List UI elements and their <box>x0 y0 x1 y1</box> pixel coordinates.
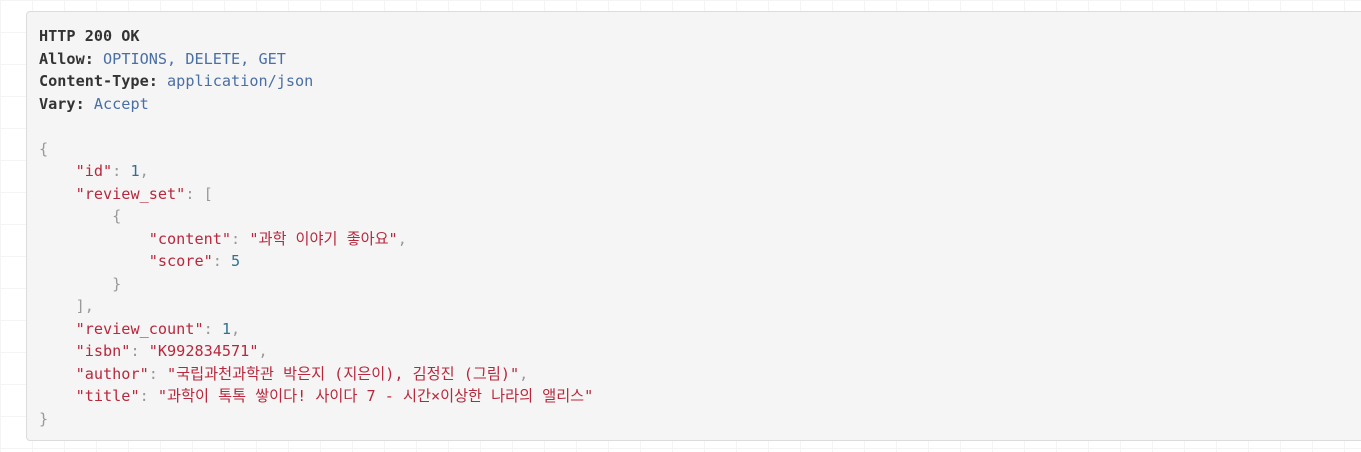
json-number: 1 <box>221 319 232 338</box>
json-field-title: "title": "과학이 톡톡 쌓이다! 사이다 7 - 시간×이상한 나라의… <box>75 387 594 405</box>
header-name: Allow: <box>39 49 94 68</box>
header-value: Accept <box>93 94 149 113</box>
json-key: "review_set" <box>75 184 186 203</box>
status-line: HTTP 200 OK <box>39 25 1361 48</box>
json-string: "과학 이야기 좋아요" <box>249 229 398 248</box>
json-key: "isbn" <box>75 342 131 360</box>
json-field-review-count: "review_count": 1, <box>75 319 241 338</box>
review-set-close: ], <box>39 295 1361 318</box>
json-key: "id" <box>75 162 113 180</box>
json-key: "review_count" <box>75 319 204 338</box>
header-value: OPTIONS, DELETE, GET <box>103 49 286 68</box>
json-field-author: "author": "국립과천과학관 박은지 (지은이), 김정진 (그림)", <box>75 364 529 383</box>
bracket: ], <box>75 297 94 315</box>
status-text: HTTP 200 OK <box>39 27 140 45</box>
json-field-review-set: "review_set": [ <box>75 184 213 203</box>
header-value: application/json <box>167 72 314 90</box>
brace: } <box>112 274 122 293</box>
json-string: "과학이 톡톡 쌓이다! 사이다 7 - 시간×이상한 나라의 앨리스" <box>157 387 594 405</box>
brace: } <box>39 409 49 428</box>
review-item-open: { <box>39 205 1361 228</box>
json-number: 1 <box>130 162 140 180</box>
json-open: { <box>39 138 1361 161</box>
json-field-isbn: "isbn": "K992834571", <box>75 342 268 360</box>
json-number: 5 <box>231 252 241 270</box>
json-key: "score" <box>148 252 213 270</box>
header-name: Vary: <box>39 94 85 113</box>
response-panel: HTTP 200 OK Allow: OPTIONS, DELETE, GET … <box>26 11 1361 441</box>
json-field-content: "content": "과학 이야기 좋아요", <box>148 229 407 248</box>
json-close: } <box>39 408 1361 431</box>
json-field-score: "score": 5 <box>148 252 241 270</box>
json-key: "author" <box>75 364 149 383</box>
review-item-close: } <box>39 273 1361 296</box>
header-allow: Allow: OPTIONS, DELETE, GET <box>39 48 1361 71</box>
brace: { <box>39 139 49 158</box>
header-name: Content-Type: <box>39 72 158 90</box>
header-vary: Vary: Accept <box>39 93 1361 116</box>
json-key: "title" <box>75 387 140 405</box>
header-content-type: Content-Type: application/json <box>39 70 1361 93</box>
brace: { <box>112 207 122 225</box>
json-key: "content" <box>148 229 232 248</box>
json-field-id: "id": 1, <box>75 162 149 180</box>
json-string: "국립과천과학관 박은지 (지은이), 김정진 (그림)" <box>167 364 520 383</box>
json-string: "K992834571" <box>148 342 259 360</box>
bracket: [ <box>203 184 213 203</box>
